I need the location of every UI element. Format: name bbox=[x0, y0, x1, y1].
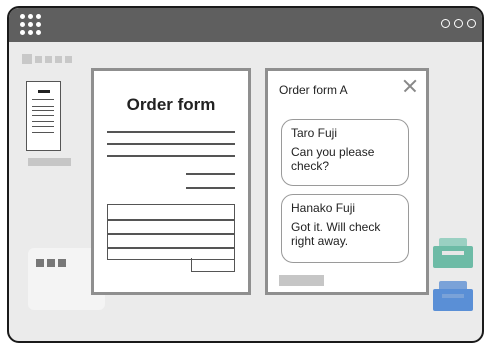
app-window: Order form Order form A Taro Fuji Can yo… bbox=[7, 6, 484, 343]
window-control-icon[interactable] bbox=[467, 19, 476, 28]
document-icon[interactable] bbox=[26, 81, 61, 151]
document-caption-placeholder bbox=[28, 158, 71, 166]
tray-icon[interactable] bbox=[433, 238, 473, 268]
window-controls bbox=[441, 19, 476, 28]
chat-title: Order form A bbox=[279, 83, 348, 97]
chat-message: Taro Fuji Can you please check? bbox=[281, 119, 409, 186]
window-control-icon[interactable] bbox=[441, 19, 450, 28]
toolbar-strip bbox=[22, 54, 72, 64]
form-line bbox=[107, 155, 235, 157]
order-form-title: Order form bbox=[126, 95, 216, 114]
message-text: Can you please check? bbox=[291, 144, 375, 174]
toolbar-item[interactable] bbox=[35, 55, 42, 63]
toolbar-item[interactable] bbox=[22, 54, 32, 64]
chat-input-placeholder[interactable] bbox=[279, 275, 324, 286]
close-icon[interactable] bbox=[401, 77, 419, 95]
message-author: Taro Fuji bbox=[291, 126, 338, 140]
window-control-icon[interactable] bbox=[454, 19, 463, 28]
chat-panel: Order form A Taro Fuji Can you please ch… bbox=[265, 68, 429, 295]
form-stamp-box bbox=[191, 258, 235, 272]
toolbar-item[interactable] bbox=[45, 55, 52, 63]
message-author: Hanako Fuji bbox=[291, 201, 356, 215]
form-line bbox=[186, 173, 235, 175]
form-line bbox=[107, 131, 235, 133]
tray-icon[interactable] bbox=[433, 281, 473, 311]
form-line bbox=[186, 187, 235, 189]
form-line bbox=[107, 143, 235, 145]
title-bar bbox=[9, 8, 482, 42]
chat-message: Hanako Fuji Got it. Will check right awa… bbox=[281, 194, 409, 263]
order-form-document[interactable]: Order form bbox=[91, 68, 251, 295]
toolbar-item[interactable] bbox=[55, 55, 62, 63]
app-grid-icon[interactable] bbox=[20, 14, 42, 36]
form-table bbox=[107, 204, 235, 260]
message-text: Got it. Will check right away. bbox=[291, 219, 381, 249]
toolbar-item[interactable] bbox=[65, 55, 72, 63]
